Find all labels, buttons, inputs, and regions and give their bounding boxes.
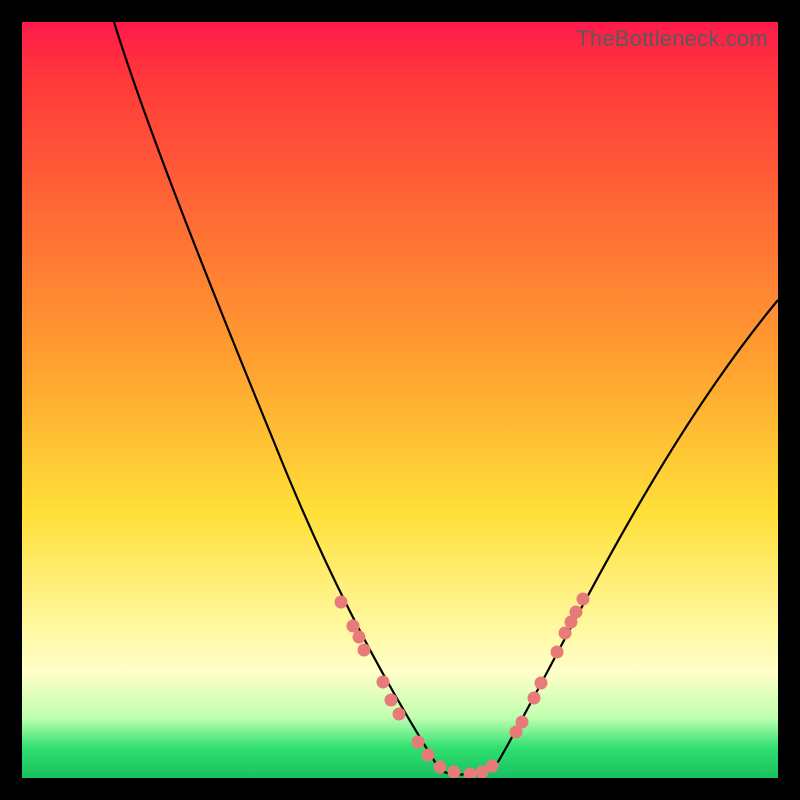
data-marker xyxy=(464,768,477,779)
chart-svg xyxy=(22,22,778,778)
marker-group xyxy=(335,593,590,779)
data-marker xyxy=(528,692,541,705)
data-marker xyxy=(353,631,366,644)
data-marker xyxy=(335,596,348,609)
data-marker xyxy=(393,708,406,721)
chart-frame: TheBottleneck.com xyxy=(0,0,800,800)
data-marker xyxy=(412,736,425,749)
curve-left xyxy=(114,22,440,770)
curve-group xyxy=(114,22,778,775)
data-marker xyxy=(434,761,447,774)
data-marker xyxy=(559,627,572,640)
data-marker xyxy=(577,593,590,606)
data-marker xyxy=(358,644,371,657)
data-marker xyxy=(377,676,390,689)
data-marker xyxy=(516,716,529,729)
data-marker xyxy=(570,606,583,619)
plot-area: TheBottleneck.com xyxy=(22,22,778,778)
data-marker xyxy=(551,646,564,659)
curve-right xyxy=(498,300,778,762)
data-marker xyxy=(535,677,548,690)
data-marker xyxy=(448,766,461,779)
data-marker xyxy=(385,694,398,707)
data-marker xyxy=(347,620,360,633)
data-marker xyxy=(422,749,435,762)
data-marker xyxy=(486,760,499,773)
